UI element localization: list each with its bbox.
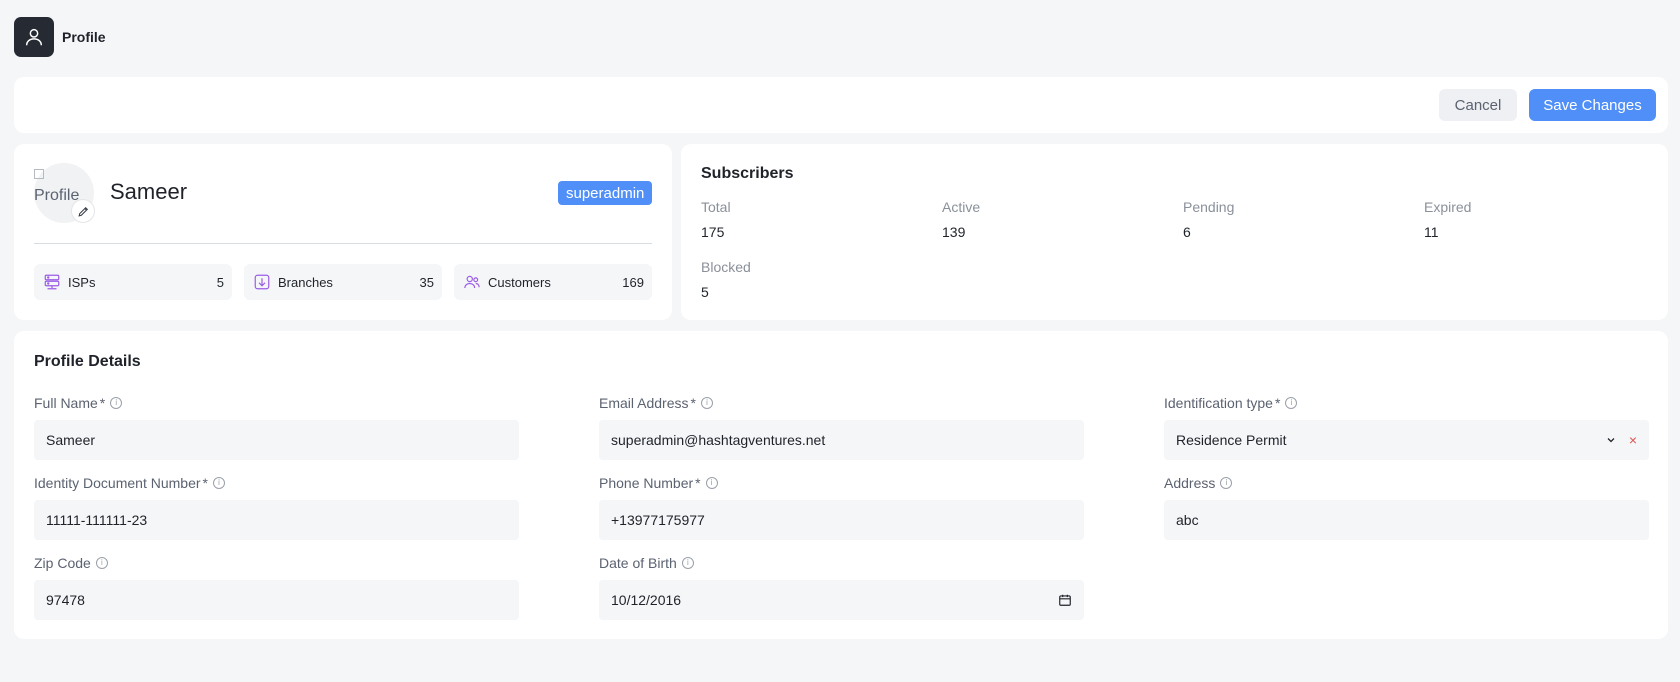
- info-icon: i: [1285, 397, 1298, 409]
- subscribers-card: Subscribers Total 175 Active 139 Pending…: [681, 144, 1668, 320]
- field-label: Address: [1164, 475, 1216, 491]
- field-label: Date of Birth: [599, 555, 677, 571]
- full-name-field: Full Name * i Sameer: [34, 394, 519, 460]
- edit-avatar-button[interactable]: [71, 199, 95, 223]
- select-value: Residence Permit: [1176, 432, 1287, 448]
- identification-type-select[interactable]: Residence Permit ×: [1164, 420, 1649, 460]
- actions-bar: Cancel Save Changes: [14, 77, 1668, 133]
- clear-icon[interactable]: ×: [1629, 432, 1637, 448]
- stat-branches: Branches 35: [244, 264, 442, 300]
- subscriber-stat-value: 6: [1183, 224, 1191, 240]
- input-value: Sameer: [46, 432, 96, 448]
- page-header: Profile: [14, 17, 106, 57]
- page-title: Profile: [62, 29, 106, 45]
- stat-label: Customers: [488, 274, 551, 290]
- subscriber-stat-value: 139: [942, 224, 966, 240]
- identity-document-number-field: Identity Document Number * i 11111-111111-…: [34, 474, 519, 540]
- identity-document-number-input[interactable]: 11111-111111-23: [34, 500, 519, 540]
- info-icon: i: [705, 477, 718, 489]
- subscriber-stat-label: Total: [701, 199, 731, 215]
- subscriber-stat-label: Blocked: [701, 259, 751, 275]
- subscriber-stat-label: Active: [942, 199, 981, 215]
- info-icon: i: [212, 477, 225, 489]
- subscriber-stat-total: Total 175: [701, 199, 901, 240]
- cancel-button[interactable]: Cancel: [1439, 89, 1517, 121]
- stat-label: ISPs: [68, 274, 96, 290]
- required-marker: *: [690, 395, 696, 411]
- profile-summary-card: Profile Sameer superadmin ISPs 5 Branche…: [14, 144, 672, 320]
- stat-customers: Customers 169: [454, 264, 652, 300]
- field-label: Email Address: [599, 395, 689, 411]
- required-marker: *: [695, 475, 701, 491]
- role-badge: superadmin: [558, 181, 653, 205]
- chevron-down-icon[interactable]: [1605, 434, 1617, 446]
- subscriber-stat-value: 11: [1424, 224, 1439, 240]
- profile-details-title: Profile Details: [34, 353, 141, 370]
- input-value: 10/12/2016: [611, 592, 682, 608]
- stat-value: 5: [216, 274, 224, 290]
- phone-number-field: Phone Number * i +13977175977: [599, 474, 1084, 540]
- subscriber-stat-value: 5: [701, 284, 709, 300]
- phone-number-input[interactable]: +13977175977: [599, 500, 1084, 540]
- divider: [34, 243, 652, 244]
- email-field: Email Address * i superadmin@hashtagventur…: [599, 394, 1084, 460]
- full-name-input[interactable]: Sameer: [34, 420, 519, 460]
- info-icon: i: [95, 557, 108, 569]
- date-of-birth-field: Date of Birth i 10/12/2016: [599, 554, 1084, 620]
- date-of-birth-input[interactable]: 10/12/2016: [599, 580, 1084, 620]
- user-icon: [14, 17, 54, 57]
- input-value: superadmin@hashtagventures.net: [611, 432, 826, 448]
- address-input[interactable]: abc: [1164, 500, 1649, 540]
- field-label: Zip Code: [34, 555, 91, 571]
- pencil-icon: [77, 206, 88, 217]
- subscriber-stat-expired: Expired 11: [1424, 199, 1624, 240]
- zip-code-field: Zip Code i 97478: [34, 554, 519, 620]
- subscriber-stat-label: Expired: [1424, 199, 1472, 215]
- profile-details-card: Profile Details Full Name * i Sameer Email…: [14, 331, 1668, 639]
- required-marker: *: [202, 475, 208, 491]
- info-icon: i: [1220, 477, 1233, 489]
- address-field: Address i abc: [1164, 474, 1649, 540]
- input-value: 11111-111111-23: [46, 512, 148, 528]
- input-value: abc: [1176, 512, 1199, 528]
- field-label: Full Name: [34, 395, 98, 411]
- calendar-icon[interactable]: [1058, 593, 1072, 607]
- save-changes-button[interactable]: Save Changes: [1529, 89, 1656, 121]
- subscriber-stat-active: Active 139: [942, 199, 1142, 240]
- required-marker: *: [1274, 395, 1281, 411]
- input-value: 97478: [46, 592, 85, 608]
- subscribers-title: Subscribers: [701, 165, 794, 182]
- stat-value: 35: [419, 274, 434, 290]
- subscriber-stat-value: 175: [701, 224, 725, 240]
- email-input[interactable]: superadmin@hashtagventures.net: [599, 420, 1084, 460]
- avatar-alt-text: Profile: [34, 187, 80, 204]
- avatar: Profile: [34, 163, 95, 223]
- field-label: Phone Number: [599, 475, 694, 491]
- user-name: Sameer: [110, 179, 188, 204]
- info-icon: i: [110, 397, 123, 409]
- info-icon: i: [700, 397, 713, 409]
- zip-code-input[interactable]: 97478: [34, 580, 519, 620]
- subscriber-stat-pending: Pending 6: [1183, 199, 1383, 240]
- stat-value: 169: [622, 274, 644, 290]
- users-icon: [462, 272, 482, 292]
- field-label: Identification type: [1164, 395, 1273, 411]
- identification-type-field: Identification type * i Residence Permit ×: [1164, 394, 1649, 460]
- field-label: Identity Document Number: [34, 475, 201, 491]
- subscriber-stat-label: Pending: [1183, 199, 1235, 215]
- server-icon: [42, 272, 62, 292]
- info-icon: i: [681, 557, 694, 569]
- input-value: +13977175977: [611, 512, 705, 528]
- subscriber-stat-blocked: Blocked 5: [701, 259, 901, 300]
- required-marker: *: [99, 395, 106, 411]
- stat-isps: ISPs 5: [34, 264, 232, 300]
- branch-icon: [252, 272, 272, 292]
- stat-label: Branches: [278, 274, 333, 290]
- broken-image-icon: [34, 169, 44, 179]
